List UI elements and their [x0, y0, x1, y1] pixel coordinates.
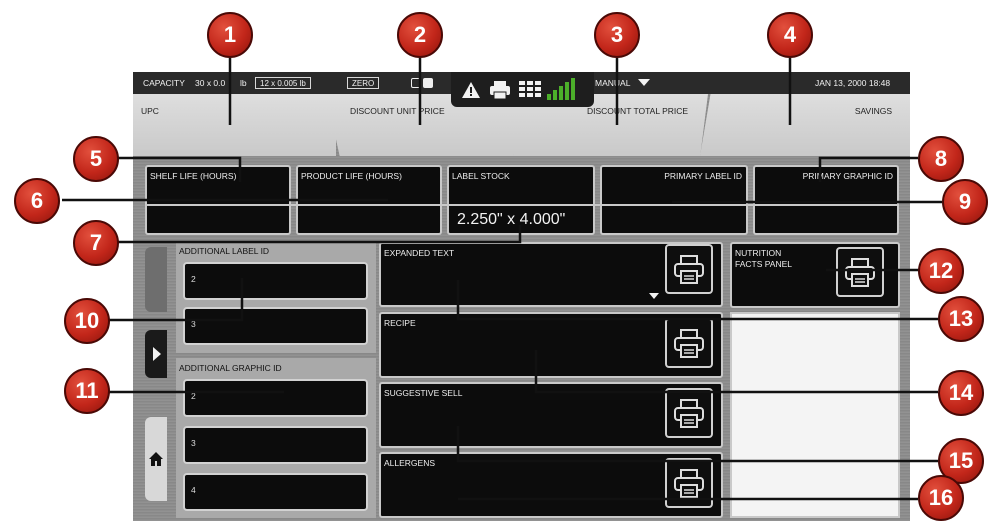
callout-1: 1 [207, 12, 253, 58]
callout-7: 7 [73, 220, 119, 266]
callout-3: 3 [594, 12, 640, 58]
callout-9: 9 [942, 179, 988, 225]
callout-10: 10 [64, 298, 110, 344]
callout-leaders [62, 58, 942, 501]
callout-4: 4 [767, 12, 813, 58]
callout-16: 16 [918, 475, 964, 521]
callout-5: 5 [73, 136, 119, 182]
callout-8: 8 [918, 136, 964, 182]
callout-2: 2 [397, 12, 443, 58]
callout-12: 12 [918, 248, 964, 294]
callout-13: 13 [938, 296, 984, 342]
callout-11: 11 [64, 368, 110, 414]
callout-14: 14 [938, 370, 984, 416]
callout-6: 6 [14, 178, 60, 224]
